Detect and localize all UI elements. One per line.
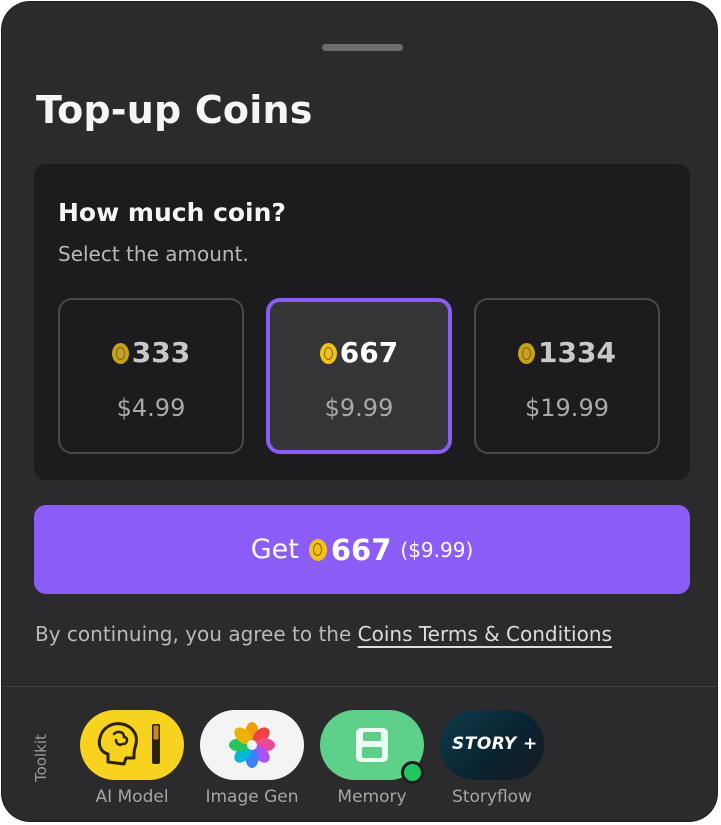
coin-option-1334[interactable]: 1334 $19.99 <box>474 298 660 454</box>
cta-price: ($9.99) <box>400 537 474 562</box>
toolkit-item-ai-model[interactable]: AI Model <box>80 710 184 807</box>
coin-option-333[interactable]: 333 $4.99 <box>58 298 244 454</box>
coin-icon <box>308 538 327 561</box>
cta-get-label: Get <box>250 534 299 565</box>
online-status-dot <box>401 761 424 784</box>
amount-question: How much coin? <box>58 198 286 227</box>
get-coins-button[interactable]: Get 667 ($9.99) <box>34 505 690 594</box>
coin-icon <box>319 343 337 364</box>
terms-link[interactable]: Coins Terms & Conditions <box>358 622 612 646</box>
coin-icon <box>518 343 536 364</box>
coin-option-667[interactable]: 667 $9.99 <box>266 298 452 454</box>
sheet-drag-handle[interactable] <box>322 44 403 51</box>
tool-label: AI Model <box>95 787 169 807</box>
option-price: $4.99 <box>116 394 186 422</box>
memory-pill <box>320 710 424 784</box>
toolkit-label: Toolkit <box>32 734 50 782</box>
brain-icon <box>97 722 160 766</box>
option-coin-amount: 333 <box>131 336 191 369</box>
coin-icon <box>111 343 129 364</box>
toolkit-divider <box>2 686 717 687</box>
option-price: $9.99 <box>324 394 394 422</box>
terms-prefix: By continuing, you agree to the <box>35 622 358 646</box>
story-plus-logo: STORY + <box>452 734 538 754</box>
top-up-sheet: Top-up Coins How much coin? Select the a… <box>2 2 717 821</box>
option-price: $19.99 <box>525 394 609 422</box>
tool-label: Storyflow <box>452 787 532 807</box>
storyflow-pill: STORY + <box>440 710 544 780</box>
amount-card: How much coin? Select the amount. 333 $4… <box>34 164 690 480</box>
toolkit-item-storyflow[interactable]: STORY + Storyflow <box>440 710 544 807</box>
toolkit-item-memory[interactable]: Memory <box>320 710 424 807</box>
cta-coin-amount: 667 <box>330 532 392 567</box>
option-coins: 667 <box>270 336 448 369</box>
image-gen-pill <box>200 710 304 780</box>
terms-notice: By continuing, you agree to the Coins Te… <box>35 622 612 646</box>
tool-label: Memory <box>337 787 407 807</box>
amount-subtitle: Select the amount. <box>58 242 249 266</box>
option-coins: 1334 <box>476 336 658 369</box>
option-coin-amount: 667 <box>339 336 399 369</box>
ai-model-pill <box>80 710 184 780</box>
flower-icon <box>229 722 275 768</box>
option-coin-amount: 1334 <box>538 336 616 369</box>
option-coins: 333 <box>60 336 242 369</box>
tool-label: Image Gen <box>205 787 299 807</box>
page-title: Top-up Coins <box>36 88 313 132</box>
toolkit-item-image-gen[interactable]: Image Gen <box>200 710 304 807</box>
